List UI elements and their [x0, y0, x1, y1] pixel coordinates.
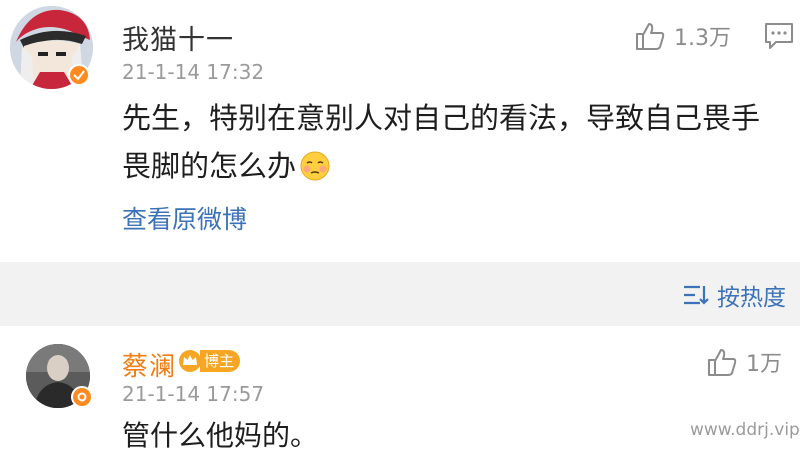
comment-button[interactable] [764, 22, 794, 54]
view-original-link[interactable]: 查看原微博 [122, 200, 247, 236]
host-badge: 博主 [178, 348, 241, 374]
sort-label: 按热度 [717, 285, 786, 311]
host-badge-label: 博主 [200, 350, 241, 372]
post-body: 先生，特别在意别人对自己的看法，导致自己畏手畏脚的怎么办 [122, 94, 782, 190]
post-text: 先生，特别在意别人对自己的看法，导致自己畏手畏脚的怎么办 [122, 101, 761, 183]
like-count: 1.3万 [674, 26, 731, 51]
post-username[interactable]: 我猫十一 [122, 18, 234, 57]
reply-timestamp: 21-1-14 17:57 [122, 382, 265, 406]
watermark: www.ddrj.vip [690, 420, 800, 440]
reply-like-count: 1万 [746, 352, 782, 377]
thumbs-up-icon [708, 349, 737, 376]
thumbs-up-icon [636, 23, 665, 50]
post-timestamp: 21-1-14 17:32 [122, 60, 265, 84]
reply-username[interactable]: 蔡澜 [122, 346, 176, 383]
flushed-face-icon [300, 147, 330, 181]
like-button[interactable]: 1.3万 [634, 20, 731, 52]
verified-badge-icon [71, 386, 93, 408]
sort-icon [684, 285, 709, 305]
reply-body: 管什么他妈的。 [122, 419, 319, 452]
comment-icon [765, 23, 793, 49]
reply-like-button[interactable]: 1万 [706, 346, 782, 378]
verified-badge-icon [68, 64, 90, 86]
sort-by-hot-button[interactable]: 按热度 [683, 278, 786, 312]
comments-section-bar [0, 262, 800, 326]
